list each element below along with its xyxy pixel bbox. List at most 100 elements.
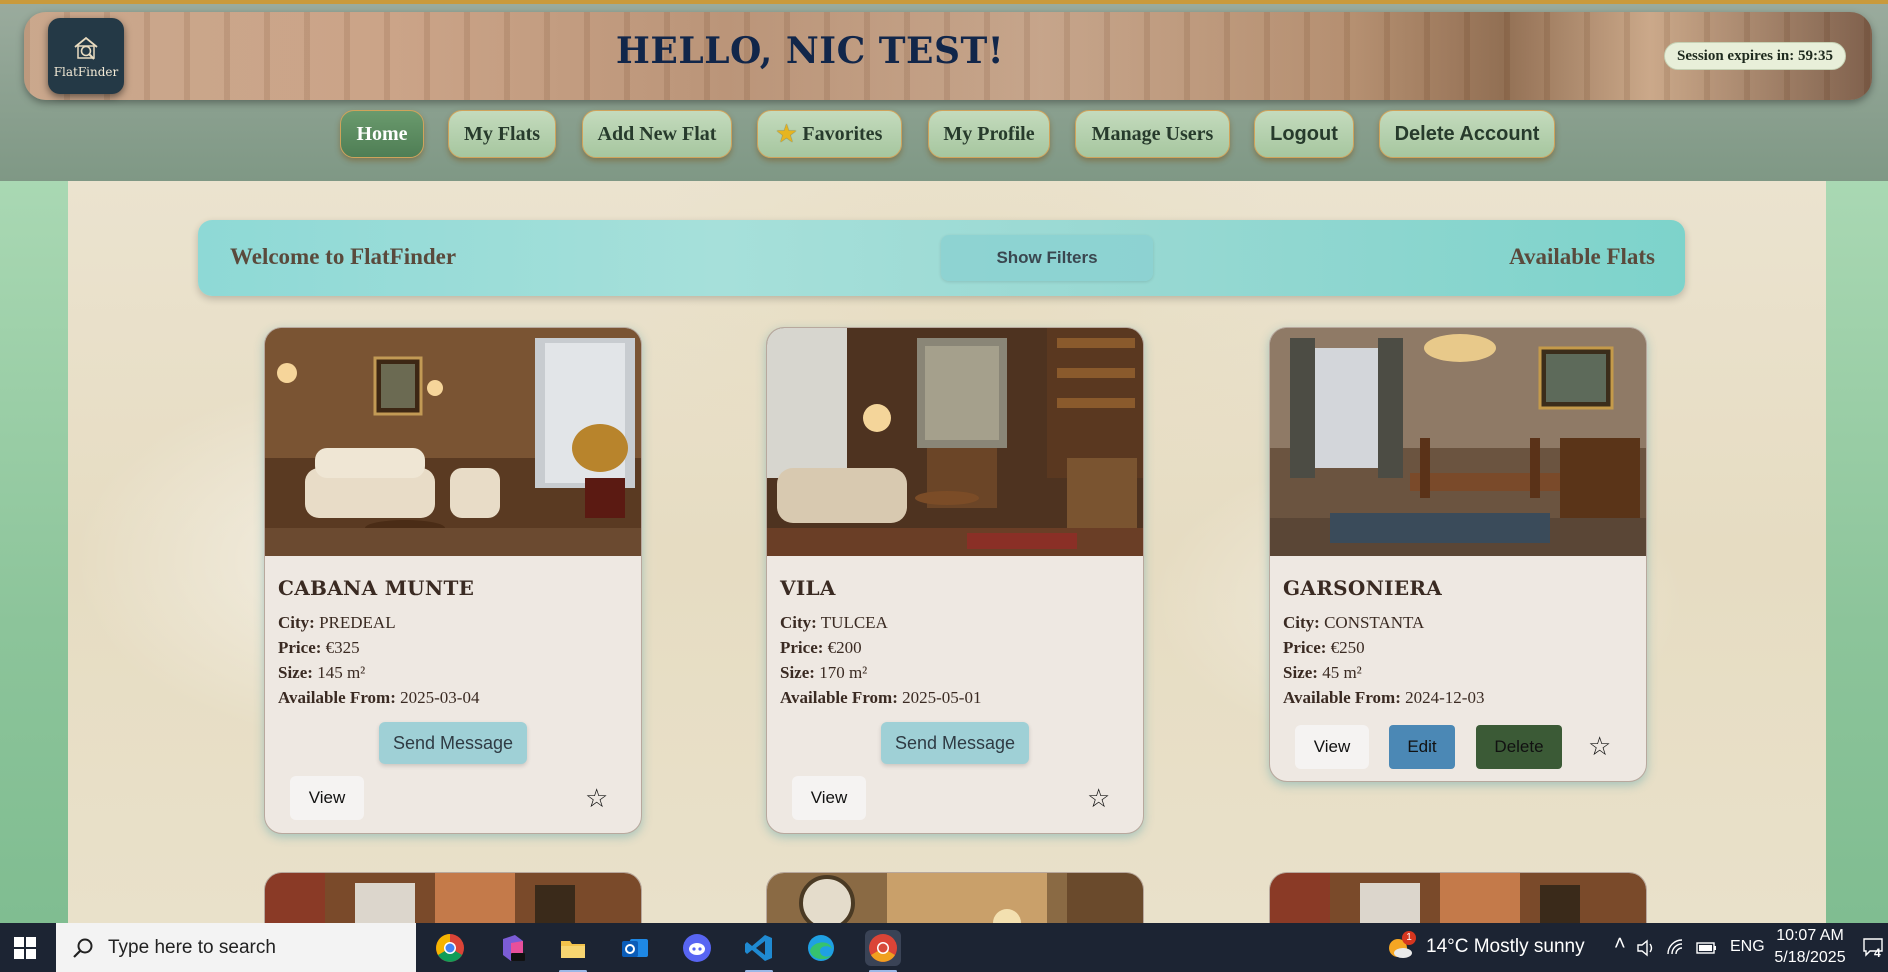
windows-start-icon[interactable] [14,937,36,959]
send-message-button[interactable]: Send Message [881,722,1029,764]
chrome-icon[interactable] [432,930,468,966]
discord-icon[interactable] [679,930,715,966]
price-value: €200 [827,638,862,657]
card-actions: View Edit Delete ☆ [1270,710,1646,780]
price-value: €250 [1330,638,1365,657]
available-label: Available From: [278,688,396,707]
chevron-up-icon[interactable]: ˄ [1614,933,1626,956]
city-value: CONSTANTA [1324,613,1425,632]
notification-count: 4 [1874,946,1881,960]
taskbar-search-box[interactable]: Type here to search [56,923,416,972]
view-button[interactable]: View [1295,725,1369,769]
network-icon[interactable] [1666,938,1686,958]
flat-size: Size: 170 m² [780,660,1130,685]
speaker-icon[interactable] [1636,938,1656,958]
size-label: Size: [1283,663,1318,682]
vscode-logo [745,935,772,961]
available-value: 2024-12-03 [1405,688,1485,707]
star-icon: ★ [776,121,797,146]
nav-favorites-label: Favorites [802,122,883,145]
nav-delete-account-button[interactable]: Delete Account [1379,110,1555,158]
left-side-panel [0,181,68,923]
session-timer: Session expires in: 59:35 [1664,42,1846,70]
windows-taskbar: Type here to search 1 14°C Mostly sunny … [0,923,1888,972]
flat-card: CABANA MUNTE City: PREDEAL Price: €325 S… [264,327,642,834]
view-button[interactable]: View [290,776,364,820]
city-value: TULCEA [820,613,888,632]
available-label: Available From: [780,688,898,707]
price-value: €325 [325,638,360,657]
favorite-star-icon[interactable]: ☆ [1588,734,1611,760]
main-content: Welcome to FlatFinder Show Filters Avail… [68,181,1826,923]
chrome-profile-logo [869,934,897,962]
notification-center-icon[interactable]: 4 [1862,936,1884,960]
flat-image[interactable] [767,328,1143,556]
city-label: City: [1283,613,1320,632]
right-side-panel [1826,181,1888,923]
logo-text: FlatFinder [53,65,119,79]
clock-time[interactable]: 10:07 AM [1776,927,1844,945]
flat-size: Size: 145 m² [278,660,628,685]
size-label: Size: [780,663,815,682]
edge-logo [808,935,834,961]
city-label: City: [780,613,817,632]
flat-name: GARSONIERA [1283,576,1443,600]
edit-button[interactable]: Edit [1389,725,1455,769]
nav-home-button[interactable]: Home [340,110,424,158]
flat-card-partial[interactable] [766,872,1144,923]
flat-city: City: PREDEAL [278,610,628,635]
flat-size: Size: 45 m² [1283,660,1633,685]
flat-details: CABANA MUNTE City: PREDEAL Price: €325 S… [265,556,641,764]
weather-widget-icon[interactable]: 1 [1386,931,1416,962]
favorite-star-icon[interactable]: ☆ [585,786,608,812]
flat-image-partial [1270,873,1646,923]
city-label: City: [278,613,315,632]
weather-badge: 1 [1402,931,1416,945]
price-label: Price: [278,638,322,657]
favorite-star-icon[interactable]: ☆ [1087,786,1110,812]
flatfinder-logo[interactable]: FlatFinder [48,18,124,94]
weather-text[interactable]: 14°C Mostly sunny [1426,936,1585,958]
nav-favorites-button[interactable]: ★ Favorites [757,110,902,158]
nav-add-new-flat-button[interactable]: Add New Flat [582,110,732,158]
m365-icon[interactable] [494,930,530,966]
language-indicator[interactable]: ENG [1730,938,1765,956]
nav-my-profile-button[interactable]: My Profile [928,110,1050,158]
chrome-profile-icon[interactable] [865,930,901,972]
discord-logo [683,934,711,962]
battery-icon[interactable] [1696,940,1718,956]
flat-name: CABANA MUNTE [278,576,475,600]
view-button[interactable]: View [792,776,866,820]
study-room-image [767,328,1143,556]
flat-image[interactable] [265,328,641,556]
delete-button[interactable]: Delete [1476,725,1562,769]
flat-city: City: CONSTANTA [1283,610,1633,635]
flat-card-partial[interactable] [1269,872,1647,923]
vscode-icon[interactable] [741,930,777,972]
flat-card-partial[interactable] [264,872,642,923]
flat-image-partial [767,873,1143,923]
flat-city: City: TULCEA [780,610,1130,635]
nav-my-flats-button[interactable]: My Flats [448,110,556,158]
send-message-button[interactable]: Send Message [379,722,527,764]
flat-price: Price: €200 [780,635,1130,660]
card-actions: View ☆ [265,764,641,833]
welcome-bar: Welcome to FlatFinder Show Filters Avail… [198,220,1685,296]
available-value: 2025-05-01 [902,688,982,707]
house-magnifier-icon [74,36,98,60]
flat-card: VILA City: TULCEA Price: €200 Size: 170 … [766,327,1144,834]
flat-name: VILA [780,576,836,600]
edge-icon[interactable] [803,930,839,966]
available-value: 2025-03-04 [400,688,480,707]
card-actions: View ☆ [767,764,1143,833]
file-explorer-icon[interactable] [555,930,591,972]
flat-image[interactable] [1270,328,1646,556]
nav-manage-users-button[interactable]: Manage Users [1075,110,1230,158]
size-value: 145 m² [317,663,366,682]
search-icon [73,938,93,958]
nav-logout-button[interactable]: Logout [1254,110,1354,158]
flat-image-partial [265,873,641,923]
outlook-icon[interactable] [617,930,653,966]
clock-date[interactable]: 5/18/2025 [1772,949,1848,967]
show-filters-button[interactable]: Show Filters [941,235,1153,281]
